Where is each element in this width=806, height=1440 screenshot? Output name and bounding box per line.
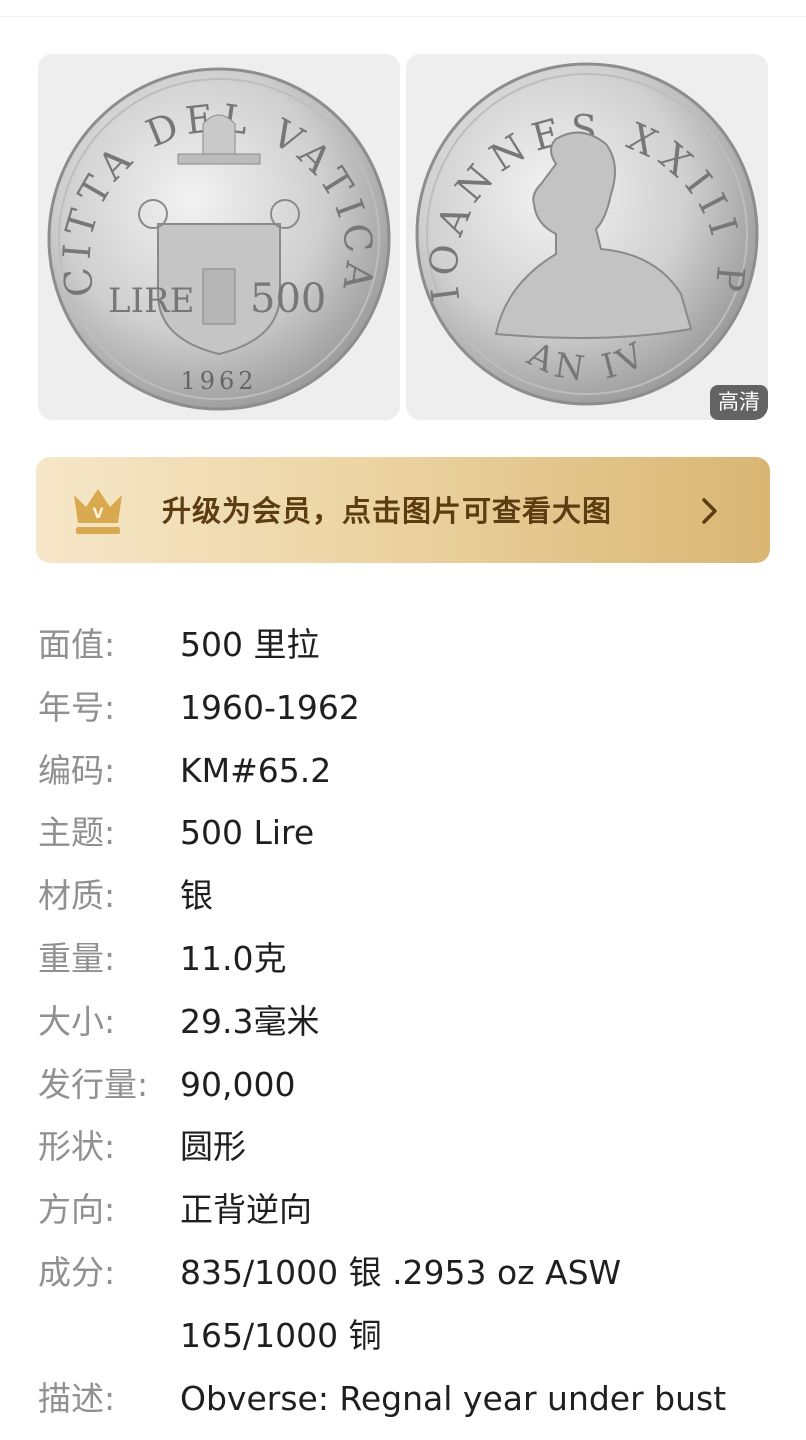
obverse-500: 500: [250, 276, 326, 322]
info-label: 发行量:: [38, 1064, 149, 1104]
info-label: 大小:: [38, 1001, 116, 1041]
info-row-material: 材质: 银: [38, 865, 778, 928]
coin-obverse-art: CITTA DEL VATICANO LIRE 500 1962: [38, 54, 391, 411]
info-label: 面值:: [38, 625, 116, 664]
info-label: 主题:: [38, 813, 116, 853]
obverse-year: 1962: [180, 367, 257, 395]
info-value: KM#65.2: [180, 750, 332, 790]
coin-obverse-image[interactable]: CITTA DEL VATICANO LIRE 500 1962: [38, 54, 400, 420]
info-value: 1960-1962: [180, 687, 360, 727]
info-label: 方向:: [38, 1190, 116, 1230]
obverse-lire: LIRE: [108, 281, 194, 321]
info-value: 165/1000 铜: [180, 1315, 382, 1355]
info-label: 形状:: [38, 1127, 116, 1167]
info-row-years: 年号: 1960-1962: [38, 677, 778, 740]
info-row-size: 大小: 29.3毫米: [38, 991, 778, 1054]
info-row-composition-cont: 165/1000 铜: [38, 1305, 778, 1368]
chevron-right-icon: [702, 498, 717, 524]
info-row-composition: 成分: 835/1000 银 .2953 oz ASW: [38, 1242, 778, 1305]
info-value: 正背逆向: [180, 1190, 312, 1230]
info-label: 年号:: [38, 687, 116, 727]
info-label: 描述:: [38, 1378, 116, 1418]
member-banner-text: 升级为会员，点击图片可查看大图: [162, 494, 613, 528]
info-label: 材质:: [38, 876, 116, 916]
info-value: 29.3毫米: [180, 1001, 320, 1041]
member-upgrade-banner[interactable]: V 升级为会员，点击图片可查看大图: [36, 457, 770, 563]
info-label: 成分:: [38, 1252, 116, 1292]
hd-badge[interactable]: 高清: [710, 385, 768, 420]
top-divider: [0, 16, 806, 17]
info-row-weight: 重量: 11.0克: [38, 928, 778, 991]
info-row-shape: 形状: 圆形: [38, 1116, 778, 1179]
info-row-orientation: 方向: 正背逆向: [38, 1179, 778, 1242]
coin-info-list: 面值: 500 里拉 年号: 1960-1962 编码: KM#65.2 主题:…: [38, 614, 778, 1430]
info-value: Obverse: Regnal year under bust: [180, 1378, 727, 1418]
crown-icon: V: [74, 489, 122, 534]
crown-letter: V: [93, 506, 104, 522]
info-value: 11.0克: [180, 938, 287, 978]
coin-reverse-art: IOANNES XXIII P M AN IV: [406, 54, 759, 406]
info-row-mintage: 发行量: 90,000: [38, 1054, 778, 1117]
info-value: 500 里拉: [180, 625, 320, 664]
coin-reverse-image[interactable]: IOANNES XXIII P M AN IV 高清: [406, 54, 768, 420]
info-value: 银: [180, 876, 213, 916]
info-value: 90,000: [180, 1064, 296, 1104]
info-label: 编码:: [38, 750, 116, 790]
info-row-subject: 主题: 500 Lire: [38, 802, 778, 865]
info-label: 重量:: [38, 938, 116, 978]
info-row-code: 编码: KM#65.2: [38, 740, 778, 803]
info-value: 圆形: [180, 1127, 246, 1167]
info-value: 835/1000 银 .2953 oz ASW: [180, 1252, 622, 1292]
info-row-description: 描述: Obverse: Regnal year under bust: [38, 1368, 778, 1431]
info-value: 500 Lire: [180, 813, 315, 853]
info-row-denomination: 面值: 500 里拉: [38, 614, 778, 677]
